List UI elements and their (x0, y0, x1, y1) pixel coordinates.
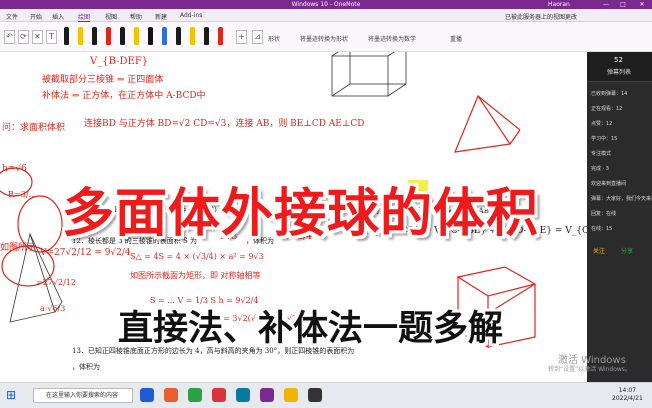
taskbar-app-icon[interactable] (236, 388, 250, 402)
handwritten-note-3: 连接BD 与正方体 BD=√2 CD=√3，连接 AB，则 BE⊥CD AE⊥C… (84, 119, 365, 129)
pyramid-sketch (454, 94, 521, 153)
title-bar: Windows 10 - OneNote Haoran — □ ✕ (0, 0, 652, 9)
taskbar-app-icon[interactable] (140, 388, 154, 402)
handwritten-left-7: a·√6/3 (40, 304, 66, 313)
follow-button[interactable]: 关注 (593, 246, 605, 255)
ribbon-tabs: 文件 开始 插入 绘图 视图 帮助 新建 Add-ins 已被此服务器上的视图更… (0, 9, 652, 22)
tab-help[interactable]: 帮助 (130, 12, 142, 21)
handwritten-left-2: 如图所示 (0, 243, 37, 253)
handwritten-vtop: V_{B-DEF} (90, 56, 149, 67)
pen-6-icon[interactable] (134, 27, 139, 45)
sidebar-row: 欢迎来到直播间 (591, 181, 627, 187)
share-button[interactable]: 分享 (621, 246, 633, 255)
taskbar-app-icon[interactable] (308, 388, 322, 402)
add-pen-icon[interactable]: + (236, 30, 247, 44)
pen-5-icon[interactable] (120, 27, 125, 45)
cube-figure (331, 52, 407, 97)
pen-9-icon[interactable] (176, 27, 181, 45)
tab-insert[interactable]: 插入 (52, 12, 64, 21)
tab-draw[interactable]: 绘图 (78, 12, 91, 22)
handwritten-left-5: h=√6 (2, 164, 27, 174)
sidebar-header: 52 弹幕列表 (587, 52, 652, 82)
sidebar-row: 点赞：12 (591, 121, 613, 127)
handwritten-left-1: 问：求面积体积 (2, 123, 66, 133)
pen-4-icon[interactable] (106, 27, 111, 45)
taskbar-time: 14:07 (618, 387, 637, 394)
undo-icon[interactable]: ↶ (4, 30, 15, 44)
taskbar-clock[interactable]: 14:07 2022/4/21 (612, 387, 643, 403)
handwritten-note-2: 补体法 ⇒ 正方体，在正方体中 A-BCD中 (42, 91, 206, 101)
video-title-banner: 多面体外接球的体积 (62, 184, 540, 244)
ruler-icon[interactable]: ⊿ (252, 30, 263, 44)
video-subtitle-banner: 直接法、补体法一题多解 (118, 309, 504, 349)
taskbar: ⊞ 在这里输入你要搜索的内容 14:07 2022/4/21 (0, 382, 652, 408)
draw-ribbon: ↶ ⟳ ✕ T + ⊿ 形状 将墨迹转换为形状 将墨迹转换为数学 重播 (0, 22, 652, 52)
close-button[interactable]: ✕ (636, 0, 648, 9)
tab-addins[interactable]: Add-ins (180, 12, 202, 19)
taskbar-date: 2022/4/21 (612, 395, 643, 402)
replay-button[interactable]: 重播 (450, 34, 462, 43)
maximize-button[interactable]: □ (617, 0, 629, 9)
live-sidebar: 52 弹幕列表 已收到弹幕：14 正在观看：12 点赞：12 学习中：15 专注模式完成… (587, 52, 652, 382)
handwritten-note-9: S = ... V = 1/3 S h = 9√2/4 (150, 296, 259, 305)
user-name[interactable]: Haoran (548, 0, 570, 9)
handwritten-note-8: S△ = 4S = 4 × (√3/4) × a² = 9√3 (130, 252, 264, 261)
tab-file[interactable]: 文件 (6, 12, 18, 21)
taskbar-search-input[interactable]: 在这里输入你要搜索的内容 (33, 388, 133, 403)
taskbar-app-icon[interactable] (284, 388, 298, 402)
sidebar-row: 学习中：15 (591, 136, 618, 142)
handwritten-left-6: R=3/... (8, 190, 37, 199)
sidebar-row: 在线：15 (591, 226, 613, 232)
activation-watermark-text: 转到“设置”以激活 Windows。 (548, 366, 631, 373)
windows-start-icon[interactable]: ⊞ (6, 388, 20, 402)
note-page[interactable]: 被截取部分三棱锥 ⇒ 正四面体 补体法 ⇒ 正方体，在正方体中 A-BCD中 连… (0, 52, 600, 382)
sidebar-row: 正在观看：12 (591, 106, 623, 112)
taskbar-app-icon[interactable] (212, 388, 226, 402)
sidebar-row: 已收到弹幕：14 (591, 91, 628, 97)
taskbar-app-icon[interactable] (164, 388, 178, 402)
taskbar-app-icon[interactable] (188, 388, 202, 402)
sidebar-row: 弹幕：大家好，我们今天来讲 (591, 196, 652, 202)
ink-to-math-button[interactable]: 将墨迹转换为数学 (368, 34, 416, 43)
pen-2-icon[interactable] (78, 27, 83, 45)
lasso-icon[interactable]: ⟳ (18, 30, 29, 44)
pen-7-icon[interactable] (148, 27, 153, 45)
sidebar-row: 专注模式 (591, 151, 612, 157)
tab-home[interactable]: 开始 (30, 12, 42, 21)
ink-to-shape-button[interactable]: 将墨迹转换为形状 (300, 34, 348, 43)
eraser-icon[interactable]: ✕ (32, 30, 43, 44)
taskbar-app-icon[interactable] (260, 388, 274, 402)
pen-10-icon[interactable] (190, 27, 195, 45)
minimize-button[interactable]: — (600, 0, 612, 9)
handwritten-left-3: V=27√2/12 = 9√2/4 (40, 248, 131, 258)
type-icon[interactable]: T (46, 30, 57, 44)
sidebar-header-label: 弹幕列表 (607, 69, 632, 76)
sync-status: 已被此服务器上的视图更改 (505, 14, 578, 21)
tab-view[interactable]: 视图 (105, 12, 117, 21)
handwritten-left-4: =27√2/12 (36, 278, 76, 287)
tab-new[interactable]: 新建 (155, 12, 167, 21)
pen-11-icon[interactable] (204, 27, 209, 45)
shape-label[interactable]: 形状 (268, 34, 280, 43)
pen-1-icon[interactable] (64, 27, 69, 45)
handwritten-note-1: 被截取部分三棱锥 ⇒ 正四面体 (42, 75, 164, 85)
pen-8-icon[interactable] (162, 27, 167, 45)
sidebar-row: 回复：在线 (591, 211, 617, 217)
sidebar-row: 完成 · 3 (591, 166, 609, 172)
handwritten-note-6: 如图所示截面为矩形，即 对称轴相等 (130, 271, 261, 280)
problem-13-end: ，体积为 (72, 363, 100, 371)
pen-3-icon[interactable] (92, 27, 97, 45)
sidebar-header-num: 52 (614, 56, 623, 64)
pen-12-icon[interactable] (218, 27, 223, 45)
